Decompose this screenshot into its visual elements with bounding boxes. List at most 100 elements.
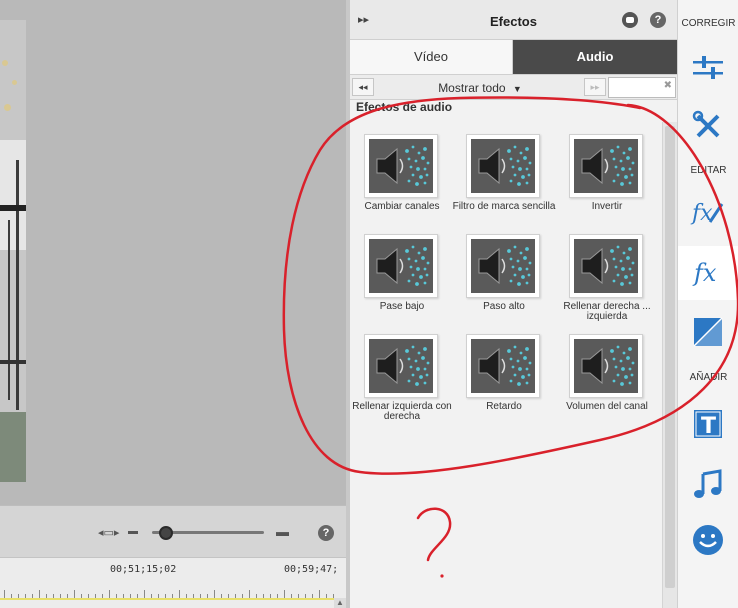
ruler-tick <box>4 590 5 598</box>
ruler-tick <box>256 594 257 598</box>
ruler-tick <box>270 594 271 598</box>
speaker-icon <box>466 134 540 198</box>
speaker-icon <box>466 234 540 298</box>
speaker-icon <box>569 234 643 298</box>
ruler-tick <box>249 590 250 598</box>
effect-item[interactable]: Volumen del canal <box>555 322 659 422</box>
applied-effects-icon[interactable]: fx <box>690 194 726 230</box>
svg-text:fx: fx <box>690 201 713 226</box>
panel-header: ▸▸ Efectos ? <box>350 0 677 40</box>
ruler-tick <box>305 594 306 598</box>
tools-icon[interactable] <box>690 108 726 144</box>
timeline[interactable]: 00;51;15;02 00;59;47; ▲ <box>0 557 346 608</box>
time-ruler[interactable] <box>0 586 334 600</box>
speaker-icon <box>466 334 540 398</box>
community-icon[interactable] <box>622 12 638 28</box>
speaker-icon <box>364 234 438 298</box>
effect-label: Invertir <box>591 201 623 212</box>
ruler-tick <box>263 594 264 598</box>
search-input[interactable]: ✖ <box>608 77 676 98</box>
section-label-corregir: CORREGIR <box>681 18 736 29</box>
ruler-tick <box>228 594 229 598</box>
speaker-icon <box>364 134 438 198</box>
zoom-slider-thumb[interactable] <box>159 526 173 540</box>
ruler-tick <box>81 594 82 598</box>
clear-search-icon[interactable]: ✖ <box>664 80 672 91</box>
effect-item[interactable]: Retardo <box>452 322 556 422</box>
filter-label: Mostrar todo <box>438 81 506 95</box>
ruler-tick <box>88 594 89 598</box>
section-title: Efectos de audio <box>356 100 453 114</box>
vertical-scrollbar[interactable] <box>662 122 677 608</box>
effect-item[interactable]: Rellenar derecha ... izquierda <box>555 222 659 322</box>
help-icon[interactable]: ? <box>650 12 666 28</box>
adjust-sliders-icon[interactable] <box>690 50 726 86</box>
effect-item[interactable]: Pase bajo <box>350 222 454 322</box>
ruler-tick <box>53 594 54 598</box>
effect-item[interactable]: Invertir <box>555 122 659 222</box>
media-tabs: Vídeo Audio <box>350 40 677 74</box>
ruler-tick <box>179 590 180 598</box>
ruler-tick <box>116 594 117 598</box>
ruler-tick <box>32 594 33 598</box>
previous-icon[interactable]: ◂◂ <box>352 78 374 96</box>
section-label-anadir: AÑADIR <box>689 372 728 383</box>
ruler-tick <box>158 594 159 598</box>
ruler-tick <box>242 594 243 598</box>
svg-text:T: T <box>701 414 716 439</box>
effect-label: Cambiar canales <box>364 201 440 212</box>
tab-video[interactable]: Vídeo <box>350 40 513 74</box>
timecode-marker: 00;51;15;02 <box>110 564 177 575</box>
ruler-tick <box>193 594 194 598</box>
effect-label: Rellenar izquierda con derecha <box>352 401 452 422</box>
ruler-tick <box>102 594 103 598</box>
effect-item[interactable]: Paso alto <box>452 222 556 322</box>
titles-icon[interactable]: T <box>690 406 726 442</box>
ruler-tick <box>109 590 110 598</box>
ruler-tick <box>151 594 152 598</box>
ruler-tick <box>67 594 68 598</box>
smiley-icon[interactable] <box>690 522 726 558</box>
music-note-icon[interactable] <box>690 466 726 502</box>
right-toolbar: CORREGIR EDITAR fx fx AÑADIR T <box>677 0 738 608</box>
ruler-tick <box>221 594 222 598</box>
preview-frame <box>0 20 26 482</box>
fit-view-icon[interactable]: ▬ <box>276 524 289 539</box>
ruler-tick <box>235 594 236 598</box>
playback-controls: ◂▭▸ ▬ ▬ ? <box>0 505 346 557</box>
ruler-tick <box>165 594 166 598</box>
speaker-icon <box>569 334 643 398</box>
effect-item[interactable]: Rellenar izquierda con derecha <box>350 322 454 422</box>
effect-label: Rellenar derecha ... izquierda <box>563 301 651 322</box>
effect-label: Pase bajo <box>379 301 425 312</box>
ruler-tick <box>291 594 292 598</box>
effect-label: Retardo <box>486 401 522 412</box>
filter-dropdown[interactable]: Mostrar todo ▼ <box>380 78 580 98</box>
loop-icon[interactable]: ◂▭▸ <box>98 526 119 539</box>
help-icon[interactable]: ? <box>318 525 334 541</box>
ruler-tick <box>74 590 75 598</box>
ruler-tick <box>326 594 327 598</box>
safe-margin-icon[interactable]: ▬ <box>128 526 138 537</box>
effects-panel: ▸▸ Efectos ? Vídeo Audio ◂◂ Mostrar todo… <box>350 0 677 608</box>
effect-item[interactable]: Filtro de marca sencilla <box>452 122 556 222</box>
ruler-tick <box>18 594 19 598</box>
effects-toolbar: ◂◂ Mostrar todo ▼ ▸▸ ✖ <box>350 74 677 100</box>
ruler-tick <box>11 594 12 598</box>
svg-text:fx: fx <box>692 259 717 287</box>
ruler-tick <box>186 594 187 598</box>
scrollbar-thumb[interactable] <box>665 126 675 588</box>
effect-label: Paso alto <box>483 301 525 312</box>
tab-audio[interactable]: Audio <box>513 40 677 74</box>
transitions-icon[interactable] <box>690 314 726 350</box>
speaker-icon <box>364 334 438 398</box>
next-icon[interactable]: ▸▸ <box>584 78 606 96</box>
ruler-tick <box>298 594 299 598</box>
ruler-tick <box>284 590 285 598</box>
effects-icon[interactable]: fx <box>690 254 726 290</box>
scroll-up-arrow[interactable]: ▲ <box>334 598 346 608</box>
ruler-tick <box>172 594 173 598</box>
timecode-marker: 00;59;47; <box>284 564 339 575</box>
ruler-tick <box>214 590 215 598</box>
effect-item[interactable]: Cambiar canales <box>350 122 454 222</box>
